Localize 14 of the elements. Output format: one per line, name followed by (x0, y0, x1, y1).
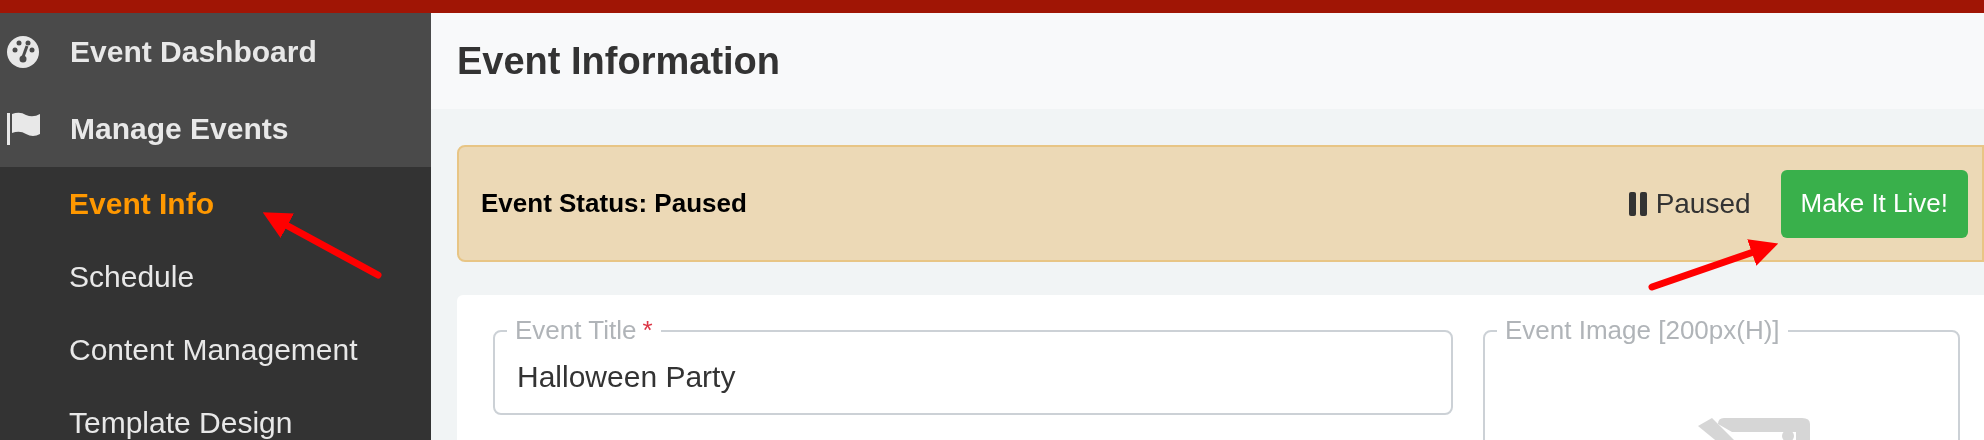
field-label: Event Image [200px(H)] (1505, 314, 1780, 347)
sidebar-item[interactable]: Content Management (69, 327, 358, 372)
sidebar-item[interactable]: Schedule (69, 254, 195, 299)
page-title: Event Information (457, 38, 781, 84)
sidebar-section[interactable]: Manage Events (0, 90, 431, 167)
sidebar-item[interactable]: Event Info (69, 181, 214, 226)
status-label: Event Status: Paused (481, 187, 747, 220)
field-label: Event Title (515, 314, 637, 347)
sidebar-item[interactable]: Template Design (69, 400, 293, 440)
gauge-icon (6, 34, 40, 69)
sidebar-section[interactable]: Event Dashboard (0, 13, 431, 90)
flag-icon (6, 111, 40, 146)
status-text: Paused (1655, 186, 1751, 221)
required-mark: * (642, 314, 653, 347)
